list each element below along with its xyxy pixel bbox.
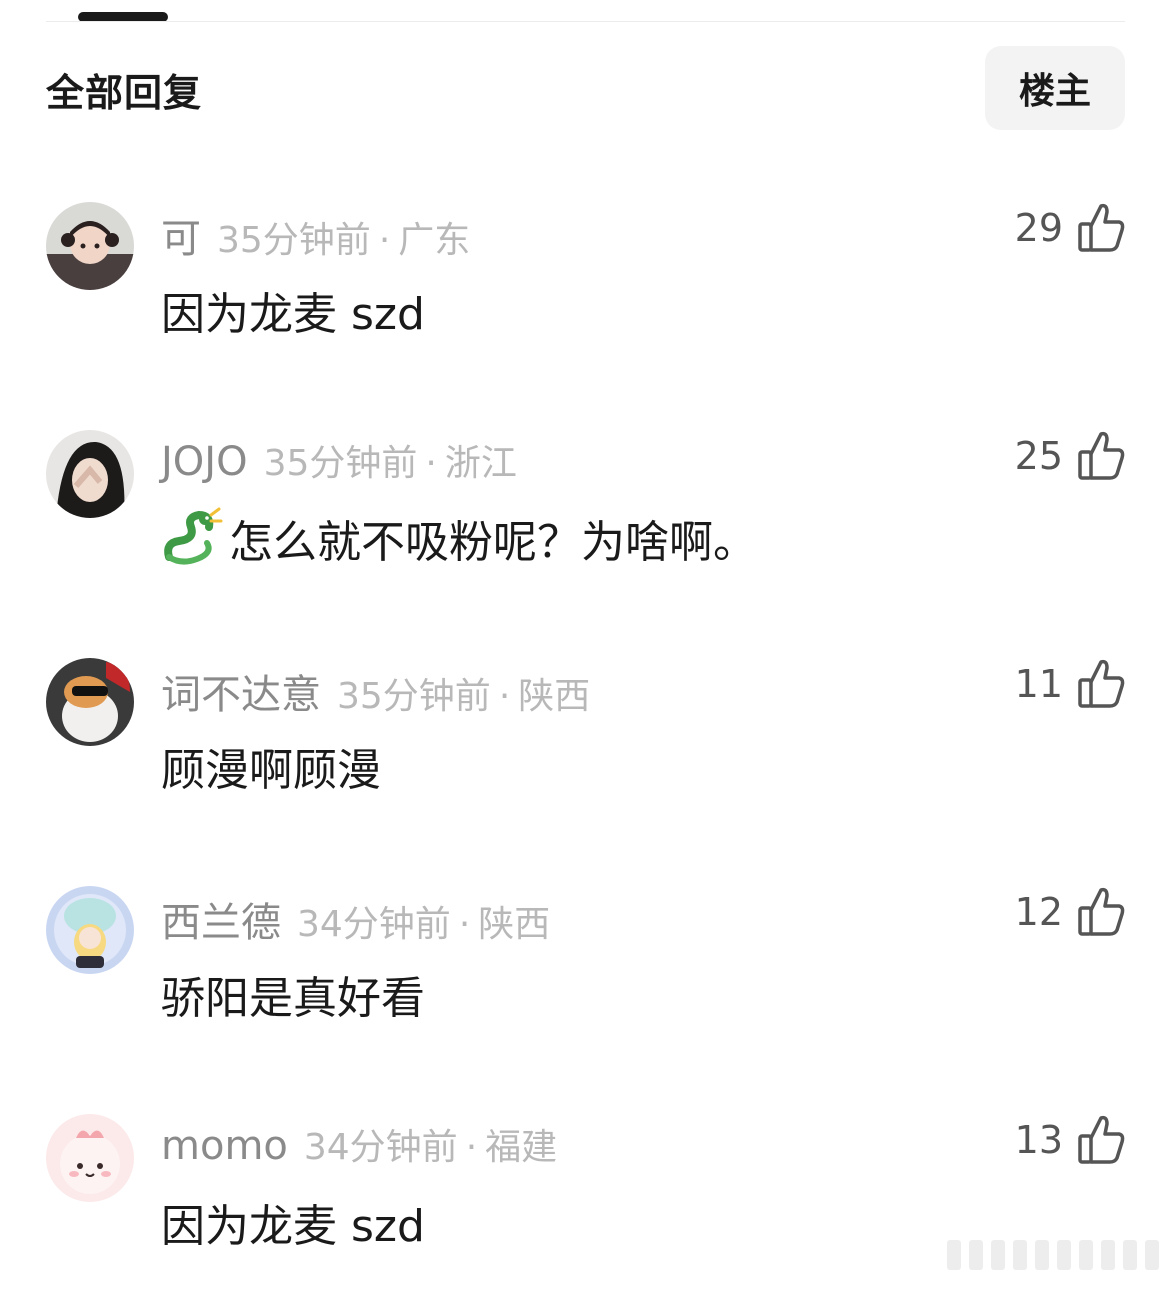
comment-meta: JOJO 35分钟前 · 浙江	[161, 434, 517, 485]
comment-content[interactable]: 骄阳是真好看	[161, 962, 425, 1026]
like-button[interactable]: 11	[1015, 658, 1125, 710]
comment-item: 词不达意 35分钟前 · 陕西 顾漫啊顾漫 11	[0, 658, 1169, 858]
comment-meta: 西兰德 34分钟前 · 陕西	[161, 890, 550, 946]
comment-content[interactable]: 因为龙麦 szd	[161, 1190, 425, 1254]
like-button[interactable]: 12	[1015, 886, 1125, 938]
like-button[interactable]: 25	[1015, 430, 1125, 482]
comment-region: 陕西	[478, 904, 551, 945]
comment-text: 怎么就不吸粉呢？为啥啊。	[229, 517, 757, 568]
dragon-emoji	[161, 507, 223, 569]
username[interactable]: JOJO	[161, 439, 248, 485]
comment-time: 34分钟前	[303, 1127, 458, 1168]
comment-item: JOJO 35分钟前 · 浙江 怎么就不吸粉呢？为啥啊。 25	[0, 430, 1169, 630]
comment-text: 因为龙麦 szd	[161, 289, 425, 340]
comment-item: 可 35分钟前 · 广东 因为龙麦 szd 29	[0, 202, 1169, 402]
thumbs-up-icon	[1077, 658, 1125, 710]
user-avatar[interactable]	[46, 886, 134, 974]
watermark	[919, 1240, 1159, 1270]
user-avatar[interactable]	[46, 1114, 134, 1202]
comment-text: 骄阳是真好看	[161, 973, 425, 1024]
username[interactable]: 西兰德	[161, 890, 281, 948]
meta-separator: ·	[458, 904, 471, 945]
thumbs-up-icon	[1077, 1114, 1125, 1166]
comment-time: 35分钟前	[217, 220, 371, 261]
thumbs-up-icon	[1077, 202, 1125, 254]
top-divider	[46, 21, 1125, 22]
comment-item: 西兰德 34分钟前 · 陕西 骄阳是真好看 12	[0, 886, 1169, 1086]
like-count: 13	[1014, 1118, 1063, 1162]
user-avatar[interactable]	[46, 430, 134, 518]
like-count: 11	[1014, 662, 1063, 706]
like-count: 12	[1014, 890, 1063, 934]
like-count: 29	[1014, 206, 1063, 250]
like-button[interactable]: 13	[1015, 1114, 1125, 1166]
username[interactable]: momo	[161, 1123, 288, 1169]
comment-item: momo 34分钟前 · 福建 因为龙麦 szd 13	[0, 1114, 1169, 1314]
comment-content[interactable]: 顾漫啊顾漫	[161, 734, 381, 798]
comment-meta: momo 34分钟前 · 福建	[161, 1118, 558, 1169]
comment-text: 顾漫啊顾漫	[161, 745, 381, 796]
meta-separator: ·	[425, 443, 437, 484]
comment-region: 广东	[398, 220, 471, 261]
comment-region: 福建	[485, 1127, 558, 1168]
section-title: 全部回复	[46, 71, 203, 115]
comment-region: 浙江	[444, 443, 517, 484]
comment-content[interactable]: 因为龙麦 szd	[161, 278, 425, 342]
comment-content[interactable]: 怎么就不吸粉呢？为啥啊。	[161, 506, 757, 570]
op-only-filter-button[interactable]: 楼主	[985, 46, 1125, 130]
comment-text: 因为龙麦 szd	[161, 1201, 425, 1252]
user-avatar[interactable]	[46, 658, 134, 746]
meta-separator: ·	[378, 220, 391, 261]
meta-separator: ·	[498, 676, 511, 717]
comment-time: 35分钟前	[263, 443, 418, 484]
comment-meta: 可 35分钟前 · 广东	[161, 206, 470, 262]
like-button[interactable]: 29	[1015, 202, 1125, 254]
thumbs-up-icon	[1077, 886, 1125, 938]
username[interactable]: 词不达意	[161, 662, 321, 720]
username[interactable]: 可	[161, 206, 201, 264]
comment-time: 34分钟前	[297, 904, 451, 945]
comment-time: 35分钟前	[337, 676, 491, 717]
thumbs-up-icon	[1077, 430, 1125, 482]
meta-separator: ·	[465, 1127, 478, 1168]
comment-region: 陕西	[518, 676, 591, 717]
user-avatar[interactable]	[46, 202, 134, 290]
like-count: 25	[1014, 434, 1063, 478]
comment-meta: 词不达意 35分钟前 · 陕西	[161, 662, 590, 718]
